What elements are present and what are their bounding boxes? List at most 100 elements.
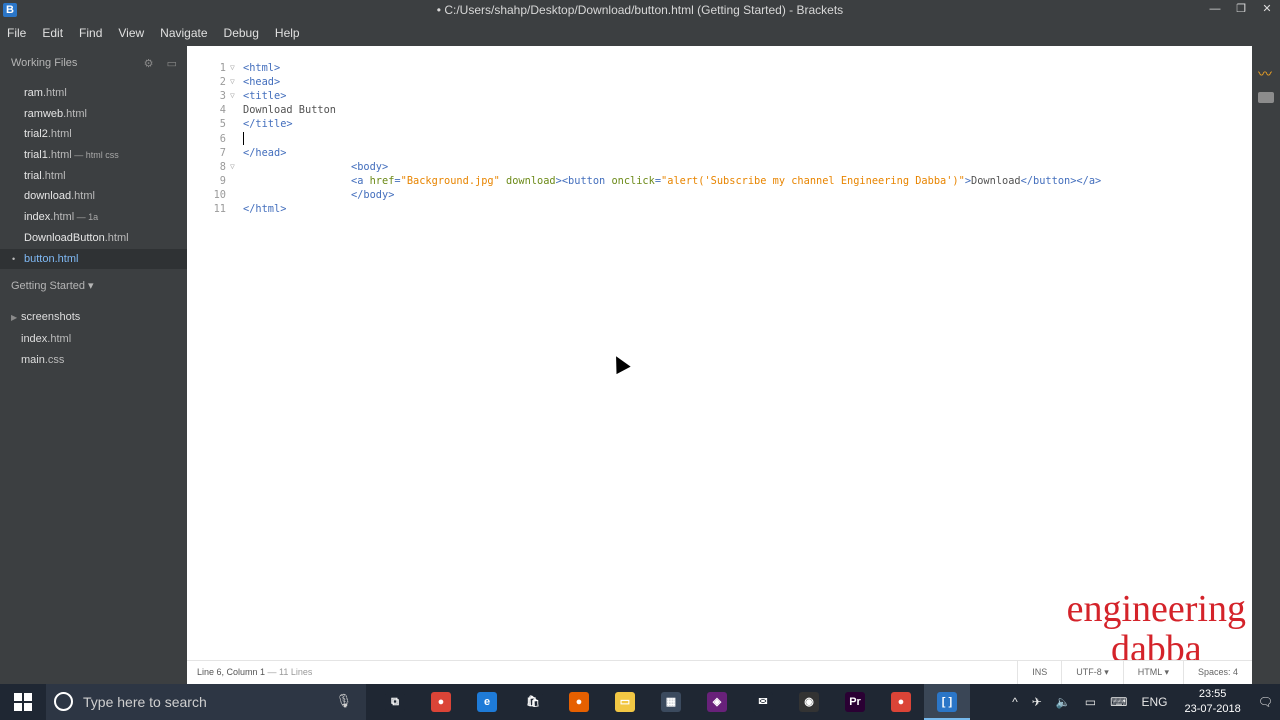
code-editor[interactable]: engineering dabba 1 ▽ <html> 2 ▽ <head> 3 ▽ <tit…	[187, 46, 1252, 669]
window-title: • C:/Users/shahp/Desktop/Download/button…	[436, 3, 844, 17]
mail-icon[interactable]: ✉	[740, 684, 786, 720]
working-file-item[interactable]: DownloadButton.html	[0, 228, 187, 249]
taskbar-search[interactable]: Type here to search 🎙	[46, 684, 366, 720]
code-token-tag: </head>	[243, 146, 287, 159]
file-name: trial2	[24, 128, 48, 141]
clock[interactable]: 23:55 23-07-2018	[1184, 687, 1240, 717]
keyboard-icon[interactable]: ⌨	[1110, 695, 1127, 709]
cortana-icon[interactable]	[54, 692, 73, 711]
code-content: <body>	[351, 160, 388, 174]
app-glyph: ⧉	[385, 692, 405, 712]
windows-start-icon[interactable]	[14, 693, 32, 711]
working-file-item[interactable]: ramweb.html	[0, 104, 187, 125]
obs-icon[interactable]: ◉	[786, 684, 832, 720]
code-line[interactable]: 2 ▽ <head>	[187, 75, 1252, 89]
microphone-icon[interactable]: 🎙	[335, 693, 352, 709]
working-file-item[interactable]: trial1.html — html css	[0, 145, 187, 166]
airplane-mode-icon[interactable]: ✈	[1032, 695, 1042, 709]
code-line[interactable]: 4 Download Button	[187, 103, 1252, 117]
battery-icon[interactable]: ▭	[1085, 695, 1096, 709]
code-token-tag: <head>	[243, 76, 281, 89]
code-line[interactable]: 6	[187, 131, 1252, 146]
working-file-item[interactable]: trial.html	[0, 166, 187, 187]
code-line[interactable]: 10 </body>	[187, 188, 1252, 202]
fold-toggle-icon[interactable]: ▽	[230, 75, 235, 89]
minimize-icon[interactable]: —	[1202, 0, 1228, 20]
menu-view[interactable]: View	[118, 26, 144, 40]
menu-debug[interactable]: Debug	[224, 26, 259, 40]
edge-icon[interactable]: e	[464, 684, 510, 720]
show-hidden-icons[interactable]: ^	[1012, 695, 1018, 709]
code-line[interactable]: 8 ▽ <body>	[187, 160, 1252, 174]
working-file-item[interactable]: trial2.html	[0, 124, 187, 145]
taskbar-apps: ⧉ ● e 🛍 ● ▭ ▦ ◈ ✉ ◉ Pr ● [ ]	[372, 684, 970, 720]
store-icon[interactable]: 🛍	[510, 684, 556, 720]
menu-find[interactable]: Find	[79, 26, 102, 40]
close-icon[interactable]: ✕	[1254, 0, 1280, 20]
file-ext: .html	[50, 211, 75, 224]
file-note: — 1a	[74, 212, 99, 223]
fold-toggle-icon[interactable]: ▽	[230, 160, 235, 174]
line-count: — 11 Lines	[265, 667, 313, 677]
app-glyph: ●	[891, 692, 911, 712]
firefox-icon[interactable]: ●	[556, 684, 602, 720]
working-file-item[interactable]: • button.html	[0, 248, 187, 270]
project-file[interactable]: index.html	[0, 329, 187, 351]
input-language[interactable]: ENG	[1141, 695, 1167, 709]
cursor-position[interactable]: Line 6, Column 1 — 11 Lines	[197, 667, 312, 677]
premiere-icon[interactable]: Pr	[832, 684, 878, 720]
file-ext: .css	[44, 354, 65, 366]
code-content: <head>	[243, 75, 280, 89]
project-file[interactable]: main.css	[0, 350, 187, 372]
chrome-icon[interactable]: ●	[418, 684, 464, 720]
line-number: 11	[213, 203, 226, 215]
code-line[interactable]: 9 <a href="Background.jpg" download><butt…	[187, 174, 1252, 188]
working-file-item[interactable]: ram.html	[0, 83, 187, 104]
indent-spaces[interactable]: Spaces: 4	[1182, 661, 1252, 685]
line-number: 9	[219, 174, 226, 187]
line-number: 10	[213, 188, 226, 201]
app-glyph: ●	[569, 692, 589, 712]
file-ext: .html	[104, 231, 129, 244]
code-token-attr: onclick	[611, 174, 655, 187]
project-folder[interactable]: ▶ screenshots	[0, 307, 187, 329]
restore-icon[interactable]: ❐	[1228, 0, 1254, 20]
mysql-workbench-icon[interactable]: ▦	[648, 684, 694, 720]
fold-toggle-icon[interactable]: ▽	[230, 89, 235, 103]
code-line[interactable]: 7 </head>	[187, 146, 1252, 160]
live-preview-icon[interactable]: 〰	[1258, 64, 1272, 84]
fold-toggle-icon[interactable]: ▽	[230, 61, 235, 75]
working-file-item[interactable]: index.html — 1a	[0, 207, 187, 228]
code-line[interactable]: 3 ▽ <title>	[187, 89, 1252, 103]
insert-mode-toggle[interactable]: INS	[1017, 661, 1061, 685]
file-name: index	[21, 332, 48, 345]
code-line[interactable]: 5 </title>	[187, 117, 1252, 131]
working-file-item[interactable]: download.html	[0, 186, 187, 207]
brackets-icon[interactable]: [ ]	[924, 684, 970, 720]
volume-icon[interactable]: 🔈	[1056, 695, 1071, 709]
menu-navigate[interactable]: Navigate	[160, 26, 207, 40]
file-name: main	[21, 354, 45, 366]
code-token-tag: <html>	[243, 62, 281, 74]
folder-expand-icon[interactable]: ▶	[11, 307, 17, 329]
file-name: screenshots	[21, 311, 81, 323]
code-content: </title>	[243, 117, 293, 131]
language-select[interactable]: HTML ▾	[1122, 661, 1183, 685]
chrome-icon-2[interactable]: ●	[878, 684, 924, 720]
menu-edit[interactable]: Edit	[42, 26, 63, 40]
file-note: — html css	[71, 150, 119, 161]
code-line[interactable]: 11 </html>	[187, 202, 1252, 216]
encoding-select[interactable]: UTF-8 ▾	[1061, 661, 1123, 685]
project-dropdown[interactable]: Getting Started ▾	[11, 279, 94, 292]
task-view-icon[interactable]: ⧉	[372, 684, 418, 720]
code-line[interactable]: 1 ▽ <html>	[187, 61, 1252, 75]
app-glyph: e	[477, 692, 497, 712]
notification-icon[interactable]: 🗨	[1258, 695, 1273, 709]
extension-manager-icon[interactable]	[1258, 92, 1274, 103]
visual-studio-icon[interactable]: ◈	[694, 684, 740, 720]
split-view-icon[interactable]: ▭	[167, 58, 177, 70]
file-explorer-icon[interactable]: ▭	[602, 684, 648, 720]
menu-file[interactable]: File	[7, 26, 26, 40]
menu-help[interactable]: Help	[275, 26, 300, 40]
gear-icon[interactable]: ⚙	[144, 58, 154, 70]
